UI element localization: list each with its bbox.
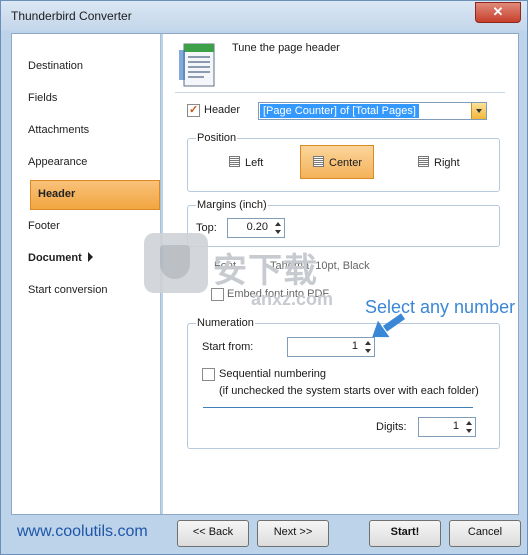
align-center-icon [313, 156, 324, 167]
option-label: Right [434, 157, 460, 169]
header-checkbox-label: Header [204, 104, 241, 116]
title-bar: Thunderbird Converter ✕ [1, 1, 527, 31]
arrow-down-icon [275, 230, 281, 234]
button-label: << Back [192, 526, 234, 538]
option-label: Center [329, 157, 363, 169]
spinner-value: 0.20 [246, 221, 268, 233]
arrow-up-icon [365, 341, 371, 345]
position-center-option[interactable]: Center [300, 145, 374, 179]
sidebar-item-attachments[interactable]: Attachments [28, 116, 89, 144]
back-button[interactable]: << Back [177, 520, 249, 547]
title-separator [175, 92, 505, 93]
option-label: Left [245, 157, 264, 169]
arrow-down-icon [466, 429, 472, 433]
watermark-logo [144, 233, 208, 293]
sidebar-item-label: Footer [28, 220, 60, 232]
chevron-down-icon [476, 109, 482, 113]
button-label: Next >> [273, 526, 313, 538]
sidebar-item-destination[interactable]: Destination [28, 52, 83, 80]
arrow-down-icon [365, 349, 371, 353]
start-from-spinner[interactable]: 1 [287, 337, 375, 357]
sidebar-item-label: Fields [28, 92, 58, 104]
sidebar-item-label: Header [38, 188, 76, 200]
sidebar-item-fields[interactable]: Fields [28, 84, 57, 112]
arrow-up-icon [275, 222, 281, 226]
sidebar-item-label: Attachments [28, 124, 90, 136]
sidebar-item-label: Document [28, 252, 82, 264]
start-from-label: Start from: [202, 341, 254, 353]
align-left-icon [229, 156, 240, 167]
sidebar-item-label: Destination [28, 60, 84, 72]
position-group-label: Position [196, 132, 238, 144]
position-left-option[interactable]: Left [229, 146, 289, 180]
shield-icon [160, 245, 190, 279]
page-title: Tune the page header [232, 42, 340, 54]
annotation-callout: Select any number [365, 297, 516, 317]
spinner-value: 1 [452, 420, 459, 432]
margins-group-label: Margins (inch) [196, 199, 268, 211]
sequential-numbering-note: (if unchecked the system starts over wit… [219, 385, 479, 397]
header-checkbox[interactable]: ✓ [187, 104, 200, 117]
sidebar-item-appearance[interactable]: Appearance [28, 148, 87, 176]
sidebar-item-start-conversion[interactable]: Start conversion [28, 276, 107, 304]
numeration-group-label: Numeration [196, 317, 255, 329]
watermark-url: anxz.com [251, 289, 334, 309]
watermark-text: 安下载 [213, 252, 318, 290]
header-page-icon [179, 43, 215, 87]
margin-top-spinner[interactable]: 0.20 [227, 218, 285, 238]
close-button[interactable]: ✕ [475, 2, 521, 23]
window-title: Thunderbird Converter [11, 9, 132, 23]
sidebar-item-label: Appearance [28, 156, 88, 168]
spinner-arrows[interactable] [273, 220, 283, 236]
next-button[interactable]: Next >> [257, 520, 329, 547]
sidebar: Destination Fields Attachments Appearanc… [12, 34, 161, 514]
chevron-right-icon [87, 252, 93, 262]
numeration-divider [203, 407, 473, 408]
check-icon: ✓ [189, 104, 199, 116]
arrow-up-icon [466, 421, 472, 425]
header-format-combo[interactable]: [Page Counter] of [Total Pages] [258, 102, 487, 120]
spinner-arrows[interactable] [464, 419, 474, 435]
position-right-option[interactable]: Right [418, 146, 478, 180]
website-link[interactable]: www.coolutils.com [17, 523, 148, 541]
spinner-value: 1 [351, 340, 358, 352]
cancel-button[interactable]: Cancel [449, 520, 521, 547]
sidebar-item-header-text[interactable]: Header [38, 180, 75, 208]
sidebar-item-label: Start conversion [28, 284, 108, 296]
digits-spinner[interactable]: 1 [418, 417, 476, 437]
converter-window: Thunderbird Converter ✕ Destination Fiel… [0, 0, 528, 555]
sidebar-item-footer[interactable]: Footer [28, 212, 60, 240]
start-button[interactable]: Start! [369, 520, 441, 547]
combo-value: [Page Counter] of [Total Pages] [260, 104, 419, 118]
spinner-arrows[interactable] [363, 339, 373, 355]
combo-dropdown-button[interactable] [471, 103, 486, 119]
align-right-icon [418, 156, 429, 167]
button-label: Cancel [467, 526, 503, 538]
close-icon: ✕ [492, 4, 504, 19]
button-label: Start! [390, 526, 420, 538]
sequential-numbering-label: Sequential numbering [219, 368, 327, 380]
sidebar-item-document[interactable]: Document [28, 244, 93, 272]
digits-label: Digits: [376, 421, 407, 433]
sequential-numbering-checkbox[interactable] [202, 368, 215, 381]
